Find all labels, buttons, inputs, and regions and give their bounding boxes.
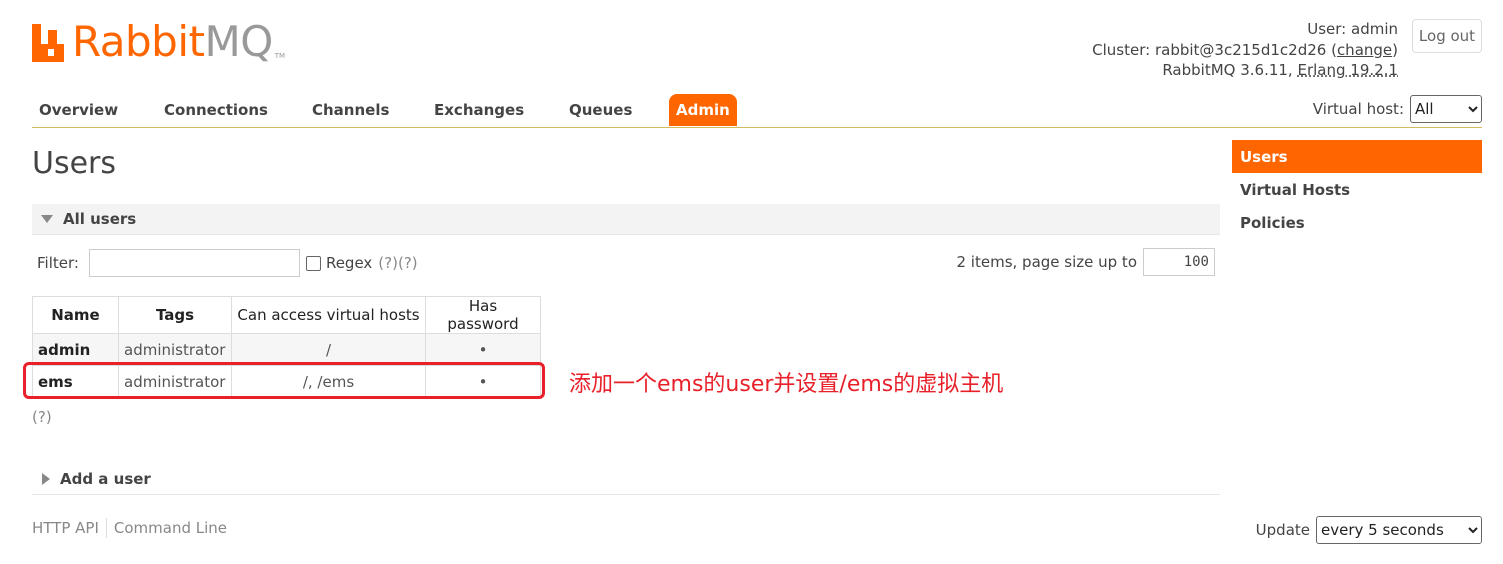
regex-label: Regex <box>325 254 373 272</box>
filter-input[interactable] <box>88 249 300 277</box>
annotation-highlight-box <box>23 362 545 399</box>
table-help-link[interactable]: (?) <box>32 408 52 426</box>
annotation-text: 添加一个ems的user并设置/ems的虚拟主机 <box>569 372 1004 397</box>
user-name-link[interactable]: admin <box>32 333 119 366</box>
regex-help-link-2[interactable]: (?) <box>398 254 418 272</box>
version-line: RabbitMQ 3.6.11, Erlang 19.2.1 <box>1162 61 1398 79</box>
column-header-tags[interactable]: Tags <box>118 296 232 334</box>
column-header-vhosts[interactable]: Can access virtual hosts <box>231 296 426 334</box>
rabbitmq-logo: RabbitMQ TM <box>32 17 286 66</box>
page-size-input[interactable]: 100 <box>1143 248 1215 276</box>
logo-trademark: TM <box>274 52 286 60</box>
virtual-host-label: Virtual host: <box>1312 100 1404 118</box>
table-row[interactable]: admin administrator / • <box>32 333 541 366</box>
collapse-triangle-icon <box>41 215 53 223</box>
update-interval-select[interactable]: every 5 seconds <box>1316 516 1482 544</box>
regex-checkbox[interactable] <box>305 255 321 271</box>
cluster-name: rabbit@3c215d1c2d26 <box>1154 40 1327 59</box>
filter-label: Filter: <box>37 254 79 272</box>
admin-sidebar: Users Virtual Hosts Policies <box>1232 140 1482 239</box>
header-info: User: admin Cluster: rabbit@3c215d1c2d26… <box>1092 19 1398 81</box>
sidebar-item-users[interactable]: Users <box>1232 140 1482 173</box>
sidebar-item-policies[interactable]: Policies <box>1232 206 1482 239</box>
add-user-section-toggle[interactable]: Add a user <box>32 463 1220 495</box>
logo-text: RabbitMQ <box>72 17 273 66</box>
tab-exchanges[interactable]: Exchanges <box>427 94 531 126</box>
sidebar-item-virtual-hosts[interactable]: Virtual Hosts <box>1232 173 1482 206</box>
regex-help-link[interactable]: (?) <box>378 254 398 272</box>
page-title: Users <box>32 146 117 181</box>
update-label: Update <box>1255 521 1310 539</box>
virtual-host-selector: Virtual host: All <box>1313 95 1482 123</box>
tab-overview[interactable]: Overview <box>32 94 125 126</box>
change-cluster-link[interactable]: change <box>1337 41 1392 59</box>
user-vhosts: / <box>231 333 426 366</box>
has-password-dot: • <box>425 333 541 366</box>
tab-queues[interactable]: Queues <box>562 94 639 126</box>
user-line: User: admin <box>1307 20 1398 38</box>
section-title: All users <box>63 210 137 228</box>
table-header-row: Name Tags Can access virtual hosts Has p… <box>32 296 541 334</box>
command-line-link[interactable]: Command Line <box>114 519 227 537</box>
current-user: admin <box>1351 20 1398 38</box>
column-header-has-password[interactable]: Has password <box>425 296 541 334</box>
cluster-line: Cluster: rabbit@3c215d1c2d26 (change) <box>1092 40 1398 59</box>
paging: 2 items, page size up to 100 <box>956 248 1215 276</box>
tab-admin[interactable]: Admin <box>669 94 737 126</box>
main-nav: Overview Connections Channels Exchanges … <box>32 94 1482 128</box>
user-tags: administrator <box>118 333 232 366</box>
tab-channels[interactable]: Channels <box>305 94 396 126</box>
rabbit-logo-icon <box>32 24 68 62</box>
column-header-name[interactable]: Name <box>32 296 119 334</box>
virtual-host-select[interactable]: All <box>1410 95 1482 123</box>
logout-button[interactable]: Log out <box>1412 19 1482 53</box>
tab-connections[interactable]: Connections <box>157 94 275 126</box>
all-users-section-toggle[interactable]: All users <box>32 204 1220 235</box>
expand-triangle-icon <box>42 472 50 485</box>
footer-links: HTTP API Command Line <box>32 518 227 538</box>
paging-text: 2 items, page size up to <box>956 253 1138 271</box>
filter-row: Filter: Regex (?) (?) <box>37 249 418 277</box>
update-selector: Update every 5 seconds <box>1256 516 1482 544</box>
footer-divider <box>105 518 107 538</box>
http-api-link[interactable]: HTTP API <box>32 519 99 537</box>
add-user-title: Add a user <box>60 469 151 488</box>
erlang-version: Erlang 19.2.1 <box>1297 61 1398 79</box>
